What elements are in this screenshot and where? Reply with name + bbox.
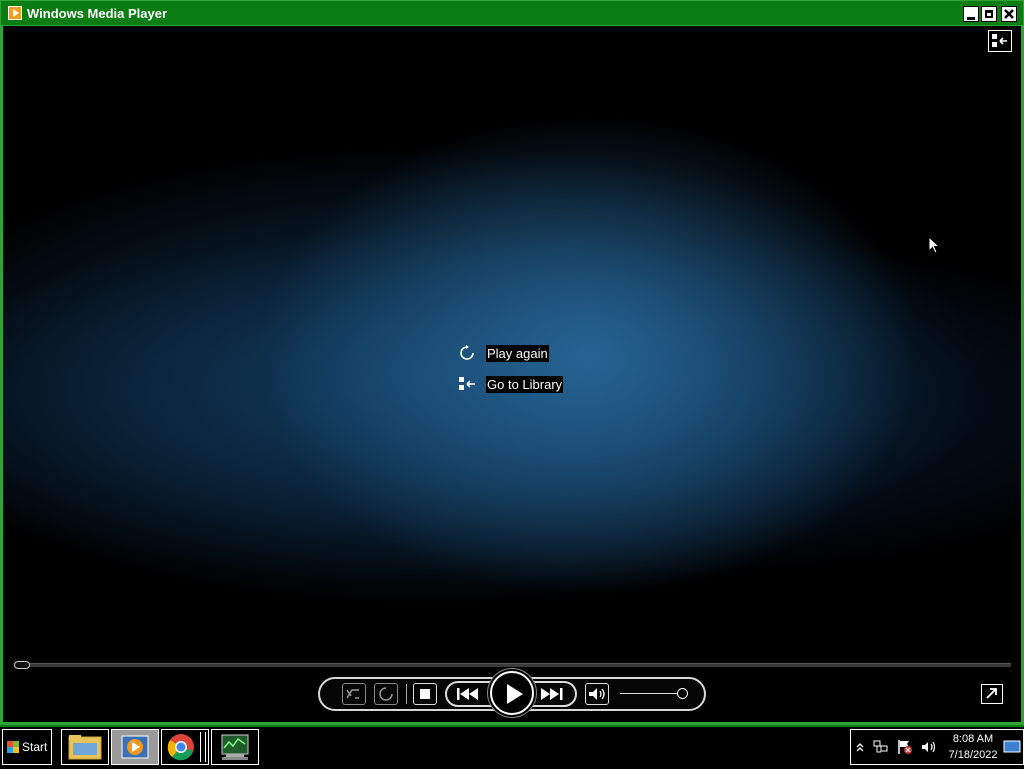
- windows-logo-icon: [7, 741, 19, 753]
- seek-thumb[interactable]: [14, 661, 30, 669]
- taskbar-grip: [200, 732, 206, 762]
- show-desktop-icon[interactable]: [1003, 740, 1021, 754]
- taskbar-file-explorer[interactable]: [61, 729, 109, 765]
- tray-clock[interactable]: 8:08 AM 7/18/2022: [943, 731, 1003, 763]
- maximize-button[interactable]: [981, 6, 997, 22]
- show-hidden-icons-icon[interactable]: [855, 740, 865, 754]
- repeat-icon: [379, 687, 393, 701]
- window-title: Windows Media Player: [27, 6, 168, 21]
- folder-icon: [68, 735, 102, 760]
- mute-button[interactable]: [585, 683, 609, 705]
- play-again-label: Play again: [486, 344, 549, 362]
- previous-icon[interactable]: [457, 688, 481, 700]
- full-screen-icon: [986, 688, 997, 699]
- taskbar-media-player[interactable]: [111, 729, 159, 765]
- go-to-library-link[interactable]: Go to Library: [458, 375, 564, 393]
- media-player-icon: [121, 735, 149, 759]
- volume-thumb[interactable]: [676, 688, 688, 699]
- clock-time: 8:08 AM: [952, 733, 994, 745]
- library-switch-icon: [992, 34, 1007, 47]
- seek-bar[interactable]: [14, 663, 1011, 667]
- switch-to-library-button[interactable]: [988, 30, 1012, 52]
- video-area[interactable]: [4, 26, 1020, 720]
- network-icon[interactable]: [873, 739, 889, 755]
- repeat-button[interactable]: [374, 683, 398, 705]
- shuffle-button[interactable]: [342, 683, 366, 705]
- full-screen-button[interactable]: [981, 684, 1003, 704]
- volume-tray-icon[interactable]: [921, 739, 937, 755]
- close-button[interactable]: [1001, 6, 1017, 22]
- go-to-library-label: Go to Library: [486, 375, 564, 393]
- chrome-icon: [167, 734, 194, 761]
- media-player-window: Windows Media Player Play again Go to Li…: [0, 0, 1024, 725]
- close-icon: [1004, 9, 1014, 19]
- mouse-cursor-icon: [928, 236, 941, 254]
- shuffle-icon: [346, 689, 359, 699]
- media-player-app-icon[interactable]: [8, 6, 22, 20]
- play-button[interactable]: [490, 671, 534, 715]
- title-bar[interactable]: Windows Media Player: [0, 0, 1024, 26]
- next-icon[interactable]: [541, 688, 565, 700]
- play-again-link[interactable]: Play again: [458, 344, 549, 362]
- task-manager-icon: [221, 734, 249, 760]
- speaker-icon: [589, 688, 605, 700]
- minimize-button[interactable]: [963, 6, 979, 22]
- taskbar-chrome[interactable]: [161, 729, 209, 765]
- taskbar-task-manager[interactable]: [211, 729, 259, 765]
- start-label: Start: [22, 740, 48, 754]
- library-icon: [459, 377, 475, 390]
- volume-slider[interactable]: [620, 693, 682, 694]
- replay-icon: [460, 345, 474, 360]
- controls-divider: [406, 684, 407, 704]
- stop-button[interactable]: [413, 683, 437, 705]
- start-button[interactable]: Start: [2, 729, 52, 765]
- clock-date: 7/18/2022: [948, 749, 998, 761]
- action-center-flag-icon[interactable]: [897, 739, 913, 755]
